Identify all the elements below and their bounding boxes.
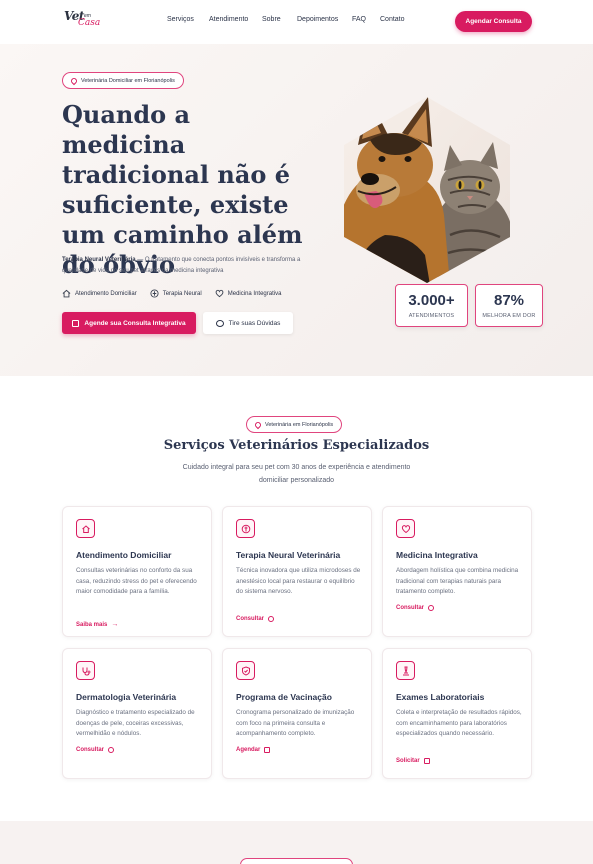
service-card-title: Medicina Integrativa bbox=[396, 550, 478, 560]
service-card-title: Dermatologia Veterinária bbox=[76, 692, 177, 702]
link-label: Consultar bbox=[76, 747, 105, 753]
link-label: Agendar bbox=[236, 747, 261, 753]
hero-questions-button[interactable]: Tire suas Dúvidas bbox=[203, 312, 293, 334]
map-pin-icon bbox=[253, 420, 263, 429]
arrow-right-icon: → bbox=[111, 621, 119, 628]
hero-pets-image bbox=[344, 97, 510, 283]
hero-title-line: suficiente, existe bbox=[62, 190, 289, 219]
heart-icon bbox=[396, 519, 415, 538]
logo-text-casa: Casa bbox=[78, 18, 101, 28]
logo[interactable]: Vet em Casa bbox=[64, 9, 112, 31]
service-card-vacinacao[interactable]: Programa de Vacinação Cronograma persona… bbox=[222, 648, 372, 779]
link-label: Saiba mais bbox=[76, 621, 108, 628]
stat-label: ATENDIMENTOS bbox=[408, 313, 455, 319]
service-card-link[interactable]: Saiba mais → bbox=[76, 621, 118, 628]
hero-title-line: tradicional não é bbox=[62, 160, 291, 189]
map-pin-icon bbox=[69, 76, 79, 85]
service-card-medicina-integrativa[interactable]: Medicina Integrativa Abordagem holística… bbox=[382, 506, 532, 637]
services-subtitle: Cuidado integral para seu pet com 30 ano… bbox=[182, 464, 411, 484]
link-label: Solicitar bbox=[396, 758, 420, 764]
hero-title-line: um caminho além bbox=[62, 220, 303, 249]
needle-icon bbox=[236, 519, 255, 538]
site-header: Vet em Casa Serviços Atendimento Sobre D… bbox=[0, 0, 593, 44]
service-card-link[interactable]: Consultar bbox=[236, 616, 275, 622]
service-card-desc: Abordagem holística que combina medicina… bbox=[396, 567, 519, 595]
calendar-icon bbox=[72, 319, 80, 327]
service-card-link[interactable]: Solicitar bbox=[396, 758, 430, 764]
services-title: Serviços Veterinários Especializados bbox=[163, 438, 430, 453]
hero-features: Atendimento Domiciliar Terapia Neural Me… bbox=[62, 289, 294, 298]
hero-schedule-label: Agende sua Consulta Integrativa bbox=[84, 319, 186, 327]
service-card-title: Terapia Neural Veterinária bbox=[236, 550, 341, 560]
stat-label: MELHORA EM DOR bbox=[482, 313, 536, 319]
chat-icon bbox=[108, 747, 115, 753]
feature-home: Atendimento Domiciliar bbox=[62, 289, 137, 298]
shield-icon bbox=[236, 661, 255, 680]
service-card-domiciliar[interactable]: Atendimento Domiciliar Consultas veterin… bbox=[62, 506, 212, 637]
hero-location-badge: Veterinária Domiciliar em Florianópolis bbox=[62, 72, 184, 89]
services-badge-text: Veterinária em Florianópolis bbox=[265, 421, 334, 428]
nav-link-contato[interactable]: Contato bbox=[380, 16, 405, 23]
header-schedule-button[interactable]: Agendar Consulta bbox=[455, 11, 532, 32]
hero-title: Quando a medicina tradicional não é sufi… bbox=[62, 100, 312, 280]
service-card-link[interactable]: Consultar bbox=[396, 605, 435, 611]
hero-questions-label: Tire suas Dúvidas bbox=[228, 319, 281, 327]
feature-label: Atendimento Domiciliar bbox=[75, 290, 137, 297]
service-card-title: Atendimento Domiciliar bbox=[76, 550, 172, 560]
link-label: Consultar bbox=[396, 605, 425, 611]
service-card-exames[interactable]: Exames Laboratoriais Coleta e interpreta… bbox=[382, 648, 532, 779]
home-icon bbox=[76, 519, 95, 538]
service-card-title: Programa de Vacinação bbox=[236, 692, 332, 702]
service-card-desc: Técnica inovadora que utiliza microdoses… bbox=[236, 567, 361, 595]
service-card-link[interactable]: Agendar bbox=[236, 747, 271, 753]
nav-link-sobre[interactable]: Sobre bbox=[262, 16, 281, 23]
services-location-badge: Veterinária em Florianópolis bbox=[246, 416, 343, 433]
hero-schedule-button[interactable]: Agende sua Consulta Integrativa bbox=[62, 312, 196, 334]
feature-neural: Terapia Neural bbox=[150, 289, 202, 298]
link-label: Consultar bbox=[236, 616, 265, 622]
document-icon bbox=[423, 758, 430, 764]
service-card-desc: Diagnóstico e tratamento especializado d… bbox=[76, 709, 195, 737]
stat-value: 3.000+ bbox=[408, 292, 455, 309]
chat-icon bbox=[268, 616, 275, 622]
stat-value: 87% bbox=[493, 292, 525, 309]
nav-link-faq[interactable]: FAQ bbox=[352, 16, 366, 23]
calendar-icon bbox=[264, 747, 271, 753]
stat-card-melhora: 87% MELHORA EM DOR bbox=[475, 284, 543, 327]
neural-icon bbox=[150, 289, 159, 298]
service-card-link[interactable]: Consultar bbox=[76, 747, 115, 753]
nav-link-servicos[interactable]: Serviços bbox=[167, 16, 194, 23]
hero-title-line: Quando a medicina bbox=[62, 100, 191, 159]
home-icon bbox=[62, 289, 71, 298]
next-section-badge bbox=[240, 858, 353, 864]
hero-badge-text: Veterinária Domiciliar em Florianópolis bbox=[81, 77, 175, 84]
chat-icon bbox=[428, 605, 435, 611]
service-card-title: Exames Laboratoriais bbox=[396, 692, 485, 702]
service-card-desc: Coleta e interpretação de resultados ráp… bbox=[396, 709, 522, 737]
chat-icon bbox=[215, 319, 224, 327]
feature-label: Medicina Integrativa bbox=[227, 290, 282, 297]
heart-icon bbox=[215, 289, 224, 298]
feature-label: Terapia Neural bbox=[162, 290, 202, 297]
service-card-terapia-neural[interactable]: Terapia Neural Veterinária Técnica inova… bbox=[222, 506, 372, 637]
stethoscope-icon bbox=[76, 661, 95, 680]
service-card-desc: Consultas veterinárias no conforto da su… bbox=[76, 567, 197, 595]
nav-link-atendimento[interactable]: Atendimento bbox=[209, 16, 248, 23]
microscope-icon bbox=[396, 661, 415, 680]
service-card-dermatologia[interactable]: Dermatologia Veterinária Diagnóstico e t… bbox=[62, 648, 212, 779]
hero-desc-bold: Terapia Neural Veterinária bbox=[62, 257, 136, 263]
hero-description: Terapia Neural Veterinária — O tratament… bbox=[62, 255, 312, 277]
service-card-desc: Cronograma personalizado de imunização c… bbox=[236, 709, 355, 737]
stat-card-atendimentos: 3.000+ ATENDIMENTOS bbox=[395, 284, 468, 327]
feature-integrative: Medicina Integrativa bbox=[215, 289, 282, 298]
nav-link-depoimentos[interactable]: Depoimentos bbox=[297, 16, 338, 23]
